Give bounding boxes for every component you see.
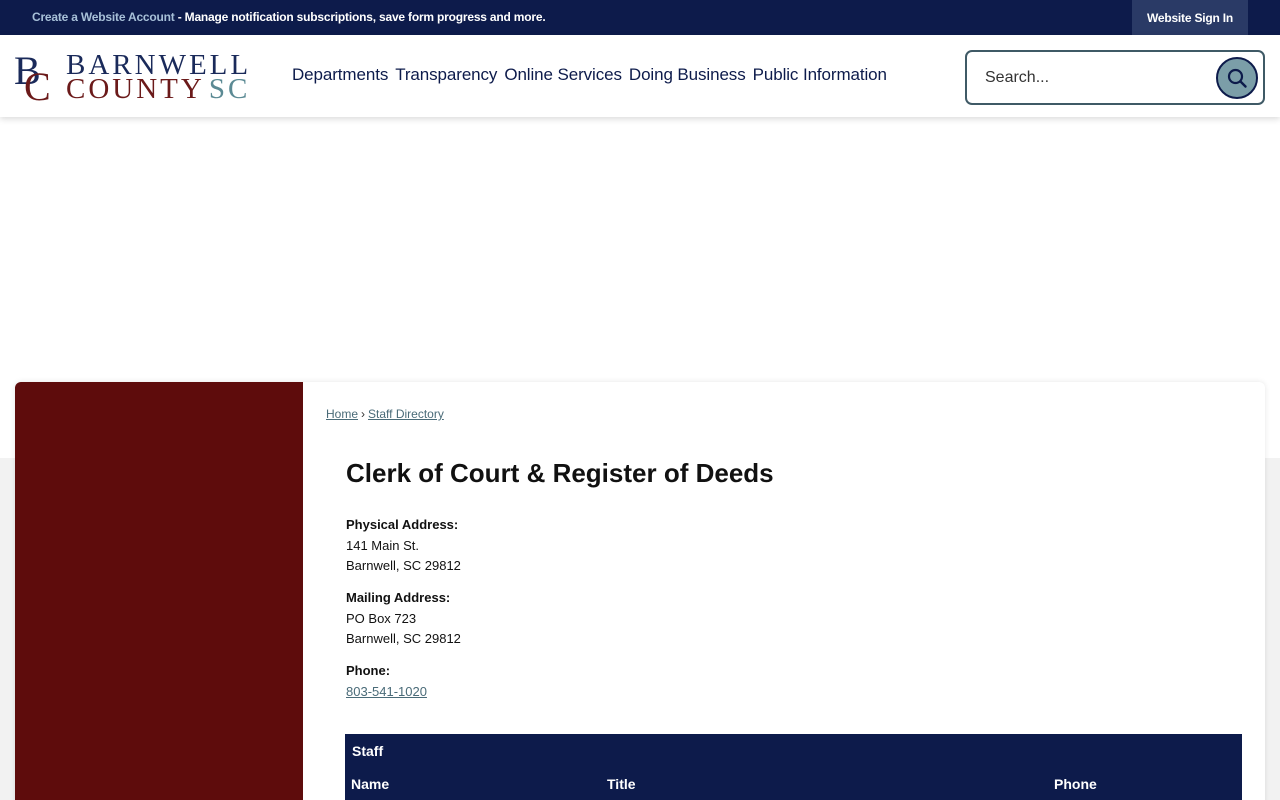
logo-monogram: B C <box>14 48 62 109</box>
website-sign-in-button[interactable]: Website Sign In <box>1132 0 1248 35</box>
nav-item-transparency[interactable]: Transparency <box>395 65 497 85</box>
nav-item-public-information[interactable]: Public Information <box>753 65 887 85</box>
staff-table: Staff Name Title Phone <box>345 734 1242 800</box>
search-box <box>965 50 1265 105</box>
staff-table-caption: Staff <box>352 743 384 759</box>
search-icon <box>1227 68 1247 88</box>
search-button[interactable] <box>1216 57 1258 99</box>
breadcrumb-home-link[interactable]: Home <box>326 407 358 421</box>
breadcrumb-separator: › <box>361 407 366 421</box>
logo-line-county: COUNTY SC <box>66 73 250 106</box>
logo-monogram-c: C <box>24 64 51 109</box>
account-message: Create a Website Account - Manage notifi… <box>32 10 546 24</box>
nav-item-doing-business[interactable]: Doing Business <box>629 65 746 85</box>
mailing-address-line2: Barnwell, SC 29812 <box>346 631 461 646</box>
content-card: Home › Staff Directory Clerk of Court & Re… <box>15 382 1265 800</box>
page-title: Clerk of Court & Register of Deeds <box>346 458 774 488</box>
breadcrumb-staff-directory-link[interactable]: Staff Directory <box>368 407 444 421</box>
nav-item-online-services[interactable]: Online Services <box>504 65 622 85</box>
mailing-address-line1: PO Box 723 <box>346 610 417 626</box>
sidebar-panel <box>15 382 303 800</box>
main-navigation: Departments Transparency Online Services… <box>292 65 887 85</box>
physical-address-line1: 141 Main St. <box>346 537 419 553</box>
breadcrumb: Home › Staff Directory <box>326 407 444 421</box>
create-account-link[interactable]: Create a Website Account <box>32 10 175 24</box>
phone-label: Phone: <box>346 663 391 678</box>
column-header-title[interactable]: Title <box>607 776 636 792</box>
search-input[interactable] <box>985 67 1205 89</box>
mailing-address-block: Mailing Address: PO Box 723 Barnwell, SC… <box>346 588 461 650</box>
barnwell-county-logo[interactable]: B C BARNWELL COUNTY SC <box>14 48 268 109</box>
phone-link[interactable]: 803-541-1020 <box>346 684 427 699</box>
physical-address-line2: Barnwell, SC 29812 <box>346 558 461 573</box>
phone-block: Phone: 803-541-1020 <box>346 661 427 702</box>
physical-address-label: Physical Address: <box>346 517 459 532</box>
physical-address-block: Physical Address: 141 Main St. Barnwell,… <box>346 515 461 577</box>
account-message-text: - Manage notification subscriptions, sav… <box>174 10 546 24</box>
logo-county-text: COUNTY <box>66 73 205 105</box>
site-header: B C BARNWELL COUNTY SC Departments Transp… <box>0 35 1280 117</box>
mailing-address-label: Mailing Address: <box>346 590 451 605</box>
nav-item-departments[interactable]: Departments <box>292 65 388 85</box>
logo-sc-text: SC <box>208 73 251 105</box>
top-utility-bar: Create a Website Account - Manage notifi… <box>0 0 1280 35</box>
column-header-phone[interactable]: Phone <box>1054 776 1097 792</box>
column-header-name[interactable]: Name <box>351 776 389 792</box>
